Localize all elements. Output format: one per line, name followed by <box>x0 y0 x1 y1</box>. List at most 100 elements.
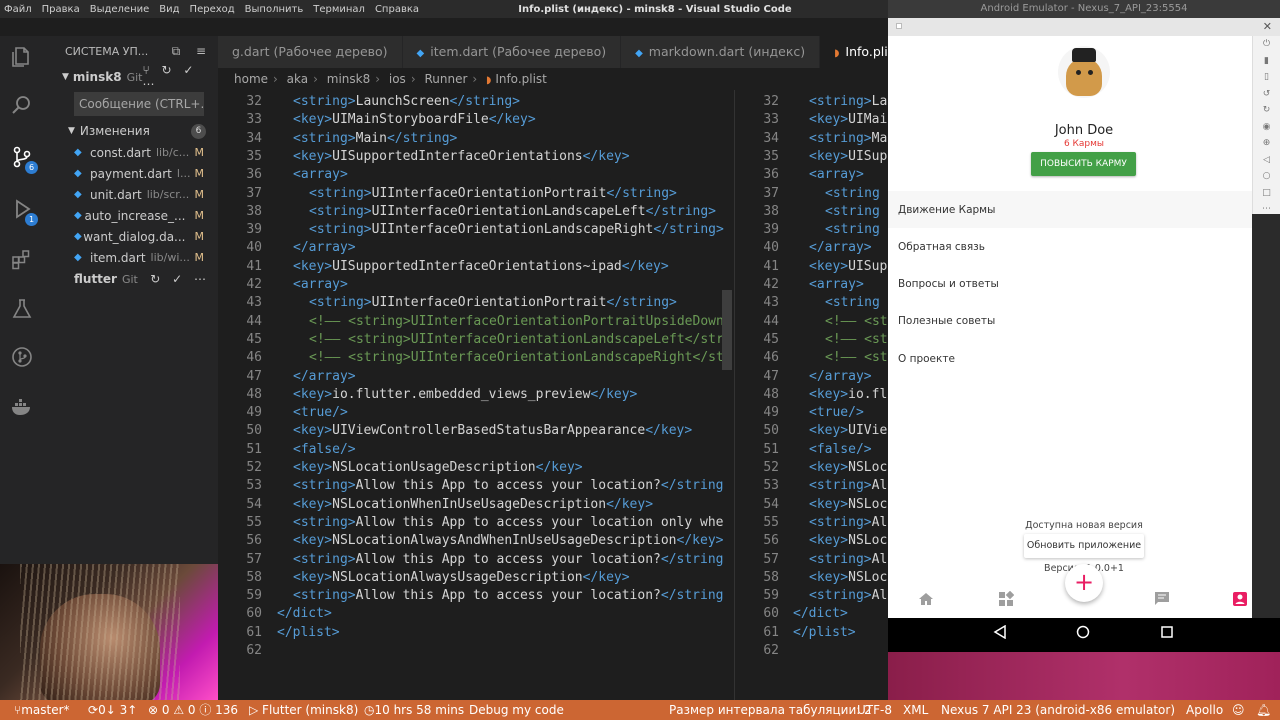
widgets-icon[interactable] <box>994 590 1018 615</box>
device-screen: John Doe 6 Кармы ПОВЫСИТЬ КАРМУ Движение… <box>888 36 1252 618</box>
line-number-text: 45 <box>246 331 262 347</box>
menu-item-feedback[interactable]: Обратная связь› <box>888 228 1252 265</box>
power-icon[interactable]: ⏻ <box>1253 36 1280 53</box>
explorer-icon[interactable] <box>10 46 34 70</box>
home-icon[interactable] <box>1073 625 1093 645</box>
breadcrumb-item[interactable]: ios <box>389 72 406 86</box>
overview-icon[interactable]: □ <box>1253 185 1280 202</box>
home-icon[interactable] <box>914 591 938 615</box>
menu-go[interactable]: Переход <box>190 4 235 15</box>
flutter-run-status[interactable]: ▷ Flutter (minsk8) <box>249 700 358 720</box>
code-editor-left[interactable]: 32 <string>LaunchScreen</string> 33 <key>UI… <box>218 90 734 700</box>
debug-mode[interactable]: Debug my code <box>469 700 564 720</box>
overview-icon[interactable] <box>1157 625 1177 645</box>
search-icon[interactable] <box>10 94 34 118</box>
chat-icon[interactable] <box>1150 591 1174 615</box>
line-number: 37 <box>218 186 262 204</box>
notifications-bell-icon[interactable]: 🔔︎ <box>1256 700 1271 720</box>
feedback-icon[interactable]: ☺ <box>1232 700 1245 720</box>
breadcrumb-item[interactable]: Info.plist <box>495 72 547 86</box>
back-icon[interactable] <box>990 624 1010 645</box>
changed-file[interactable]: ◆ item.dart lib/wi... M <box>44 247 218 268</box>
language-mode[interactable]: XML <box>903 700 928 720</box>
rotate-left-icon[interactable]: ↺ <box>1253 86 1280 103</box>
changes-group[interactable]: ▼ Изменения 6 <box>44 120 218 142</box>
line-number: 34 <box>735 131 779 149</box>
chevron-right-icon: › <box>313 72 318 86</box>
encoding[interactable]: UTF-8 <box>857 700 892 720</box>
menu-view[interactable]: Вид <box>159 4 179 15</box>
menu-item-about[interactable]: О проекте› <box>888 340 1252 377</box>
line-number-text: 55 <box>763 514 779 530</box>
update-app-button[interactable]: Обновить приложение <box>1024 534 1144 558</box>
code-line: <string <box>825 222 880 237</box>
repo-tools-icon[interactable]: ⑂ ↻ ✓ ⋯ <box>142 63 210 91</box>
line-number-text: 41 <box>763 258 779 274</box>
changed-file[interactable]: ◆ unit.dart lib/scr... M <box>44 184 218 205</box>
tab-g-dart[interactable]: g.dart (Рабочее дерево) <box>218 36 403 68</box>
device-selector[interactable]: Nexus 7 API 23 (android-x86 emulator) <box>941 700 1175 720</box>
home-icon[interactable]: ○ <box>1253 168 1280 185</box>
editor-scrollbar[interactable] <box>722 290 732 370</box>
menu-selection[interactable]: Выделение <box>90 4 150 15</box>
problems-indicator[interactable]: ⊗ 0 ⚠ 0 ⓘ 136 <box>148 700 238 720</box>
source-control-icon[interactable]: 6 <box>10 146 38 174</box>
camera-icon[interactable]: ◉ <box>1253 119 1280 136</box>
avatar[interactable] <box>1058 46 1110 98</box>
testing-flask-icon[interactable] <box>10 298 34 322</box>
repo-tools-icon[interactable]: ↻ ✓ ⋯ <box>150 272 210 286</box>
close-icon[interactable]: ✕ <box>1263 18 1272 36</box>
code-editor-right[interactable]: 32 <string>La 33 <key>UIMai 34 <string>Ma 35 <k… <box>734 90 888 700</box>
changed-file[interactable]: ◆ auto_increase_... M <box>44 205 218 226</box>
zoom-icon[interactable]: ⊕ <box>1253 135 1280 152</box>
repo-flutter[interactable]: flutter Git ↻ ✓ ⋯ <box>44 268 218 290</box>
sync-status[interactable]: ⟳ 0↓ 3↑ <box>88 700 137 720</box>
tab-item-dart[interactable]: ◆ item.dart (Рабочее дерево) <box>402 36 622 68</box>
volume-up-icon[interactable]: ▮ <box>1253 53 1280 70</box>
breadcrumb-item[interactable]: aka <box>287 72 308 86</box>
commit-message-input[interactable]: Сообщение (CTRL+... <box>74 92 204 116</box>
menu-item-label: Движение Кармы <box>898 203 996 216</box>
menu-item-faq[interactable]: Вопросы и ответы› <box>888 265 1252 302</box>
volume-down-icon[interactable]: ▯ <box>1253 69 1280 86</box>
code-line: <string>Main</string> <box>293 131 457 146</box>
tab-markdown-dart[interactable]: ◆ markdown.dart (индекс) <box>621 36 821 68</box>
menu-help[interactable]: Справка <box>375 4 419 15</box>
code-line: <string>UIInterfaceOrientationLandscapeR… <box>309 222 724 237</box>
tab-size[interactable]: Размер интервала табуляции: 2 <box>669 700 872 720</box>
changed-file[interactable]: ◆ want_dialog.da... M <box>44 226 218 247</box>
run-debug-icon[interactable]: 1 <box>10 198 38 226</box>
breadcrumb-item[interactable]: minsk8 <box>327 72 370 86</box>
rotate-right-icon[interactable]: ↻ <box>1253 102 1280 119</box>
git-graph-icon[interactable] <box>10 346 34 370</box>
menu-edit[interactable]: Правка <box>42 4 80 15</box>
code-token: <string> <box>293 130 356 146</box>
menu-item-karma-history[interactable]: Движение Кармы <box>888 191 1252 228</box>
breadcrumb-item[interactable]: Runner <box>424 72 467 86</box>
profile-icon[interactable] <box>1228 591 1252 615</box>
window-menu-icon[interactable] <box>896 23 902 29</box>
more-icon[interactable]: ⋯ <box>1253 201 1280 218</box>
changed-file[interactable]: ◆ const.dart lib/c... M <box>44 142 218 163</box>
line-number: 40 <box>218 240 262 258</box>
back-icon[interactable]: ◁ <box>1253 152 1280 169</box>
menu-terminal[interactable]: Терминал <box>313 4 365 15</box>
extensions-icon[interactable] <box>10 248 34 272</box>
menu-item-tips[interactable]: Полезные советы› <box>888 302 1252 339</box>
add-fab-button[interactable]: + <box>1065 564 1103 602</box>
docker-icon[interactable] <box>10 396 34 420</box>
file-name: const.dart <box>90 145 151 160</box>
menu-run[interactable]: Выполнить <box>245 4 304 15</box>
apollo-status[interactable]: Apollo <box>1186 700 1223 720</box>
raise-karma-button[interactable]: ПОВЫСИТЬ КАРМУ <box>1031 152 1136 176</box>
time-tracker[interactable]: ◷ 10 hrs 58 mins <box>364 700 464 720</box>
code-token: <true/> <box>809 405 864 421</box>
line-number-text: 39 <box>246 222 262 238</box>
menu-file[interactable]: Файл <box>4 4 32 15</box>
changed-file[interactable]: ◆ payment.dart l... M <box>44 163 218 184</box>
panel-actions-icon[interactable]: ⧉ ≡ <box>172 44 212 59</box>
git-branch[interactable]: ⑂ master* <box>14 700 70 720</box>
repo-minsk8[interactable]: ▼ minsk8 Git ⑂ ↻ ✓ ⋯ <box>44 63 218 91</box>
breadcrumb-item[interactable]: home <box>234 72 268 86</box>
code-token: </dict> <box>793 606 848 622</box>
